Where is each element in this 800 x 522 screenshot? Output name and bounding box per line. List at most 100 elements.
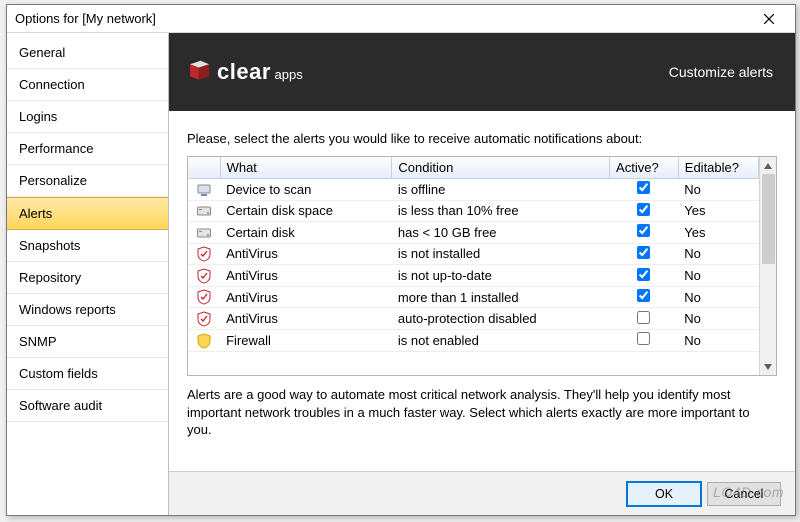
sidebar-item-label: Software audit: [19, 398, 102, 413]
cell-active: [610, 179, 679, 201]
cell-what: AntiVirus: [220, 286, 392, 308]
sidebar-item-performance[interactable]: Performance: [7, 133, 168, 165]
alerts-table: What Condition Active? Editable? Device …: [188, 157, 759, 352]
col-active[interactable]: Active?: [610, 157, 679, 179]
sidebar-item-alerts[interactable]: Alerts: [7, 197, 168, 230]
col-editable[interactable]: Editable?: [678, 157, 758, 179]
scroll-down-arrow[interactable]: [760, 358, 776, 375]
table-row[interactable]: AntiVirusauto-protection disabledNo: [188, 308, 759, 330]
window-title: Options for [My network]: [15, 11, 156, 26]
description-text: Alerts are a good way to automate most c…: [187, 386, 777, 439]
sidebar-item-personalize[interactable]: Personalize: [7, 165, 168, 197]
cell-condition: is less than 10% free: [392, 200, 610, 222]
cell-what: Certain disk: [220, 222, 392, 244]
sidebar-item-label: Snapshots: [19, 238, 80, 253]
sidebar-item-label: Personalize: [19, 173, 87, 188]
brand-logo: clear apps: [183, 59, 303, 85]
av-icon: [188, 265, 220, 287]
cell-editable: No: [678, 329, 758, 351]
col-condition[interactable]: Condition: [392, 157, 610, 179]
vertical-scrollbar[interactable]: [759, 157, 776, 375]
sidebar-item-repository[interactable]: Repository: [7, 262, 168, 294]
table-row[interactable]: Firewallis not enabled No: [188, 329, 759, 351]
cell-what: AntiVirus: [220, 243, 392, 265]
cell-editable: No: [678, 265, 758, 287]
sidebar-item-connection[interactable]: Connection: [7, 69, 168, 101]
sidebar-item-software-audit[interactable]: Software audit: [7, 390, 168, 422]
chevron-up-icon: [764, 163, 772, 169]
cell-active: [610, 286, 679, 308]
scroll-up-arrow[interactable]: [760, 157, 776, 174]
cell-active: [610, 308, 679, 330]
active-checkbox[interactable]: [637, 332, 650, 345]
cell-condition: more than 1 installed: [392, 286, 610, 308]
close-button[interactable]: [749, 6, 789, 32]
sidebar-item-label: Alerts: [19, 206, 52, 221]
brand-text: clear: [217, 59, 271, 84]
table-row[interactable]: Certain diskhas < 10 GB free Yes: [188, 222, 759, 244]
active-checkbox[interactable]: [637, 203, 650, 216]
device-icon: [188, 179, 220, 201]
active-checkbox[interactable]: [637, 224, 650, 237]
cell-what: AntiVirus: [220, 265, 392, 287]
table-row[interactable]: Certain disk spaceis less than 10% freeY…: [188, 200, 759, 222]
active-checkbox[interactable]: [637, 268, 650, 281]
cube-icon: [183, 59, 211, 85]
intro-text: Please, select the alerts you would like…: [187, 131, 777, 146]
cell-what: AntiVirus: [220, 308, 392, 330]
sidebar-item-snapshots[interactable]: Snapshots: [7, 230, 168, 262]
av-icon: [188, 286, 220, 308]
cell-editable: No: [678, 179, 758, 201]
sidebar-item-label: SNMP: [19, 334, 57, 349]
sidebar-item-label: Repository: [19, 270, 81, 285]
cell-editable: No: [678, 308, 758, 330]
disk-icon: [188, 222, 220, 244]
brand-sub-text: apps: [275, 67, 303, 82]
col-icon[interactable]: [188, 157, 220, 179]
active-checkbox[interactable]: [637, 289, 650, 302]
active-checkbox[interactable]: [637, 311, 650, 324]
av-icon: [188, 308, 220, 330]
alerts-table-container: What Condition Active? Editable? Device …: [187, 156, 777, 376]
sidebar-item-general[interactable]: General: [7, 37, 168, 69]
sidebar-item-label: Performance: [19, 141, 93, 156]
sidebar-item-logins[interactable]: Logins: [7, 101, 168, 133]
cell-condition: is not up-to-date: [392, 265, 610, 287]
options-dialog: Options for [My network] General Connect…: [6, 4, 796, 516]
table-row[interactable]: AntiVirusis not installed No: [188, 243, 759, 265]
sidebar-item-label: General: [19, 45, 65, 60]
cell-active: [610, 265, 679, 287]
cell-active: [610, 200, 679, 222]
cell-what: Certain disk space: [220, 200, 392, 222]
sidebar-item-custom-fields[interactable]: Custom fields: [7, 358, 168, 390]
cell-condition: is offline: [392, 179, 610, 201]
cell-what: Device to scan: [220, 179, 392, 201]
sidebar-item-windows-reports[interactable]: Windows reports: [7, 294, 168, 326]
sidebar-item-label: Connection: [19, 77, 85, 92]
firewall-icon: [188, 329, 220, 351]
active-checkbox[interactable]: [637, 246, 650, 259]
active-checkbox[interactable]: [637, 181, 650, 194]
cell-condition: is not installed: [392, 243, 610, 265]
close-icon: [764, 14, 774, 24]
ok-button[interactable]: OK: [627, 482, 701, 506]
cell-active: [610, 222, 679, 244]
cell-what: Firewall: [220, 329, 392, 351]
disk-icon: [188, 200, 220, 222]
header-banner: clear apps Customize alerts: [169, 33, 795, 111]
col-what[interactable]: What: [220, 157, 392, 179]
chevron-down-icon: [764, 364, 772, 370]
table-row[interactable]: Device to scanis offline No: [188, 179, 759, 201]
cell-editable: Yes: [678, 222, 758, 244]
sidebar-item-snmp[interactable]: SNMP: [7, 326, 168, 358]
dialog-footer: OK Cancel: [169, 471, 795, 515]
scroll-thumb[interactable]: [762, 174, 775, 264]
cancel-button[interactable]: Cancel: [707, 482, 781, 506]
cell-condition: has < 10 GB free: [392, 222, 610, 244]
sidebar: General Connection Logins Performance Pe…: [7, 33, 169, 515]
cell-active: [610, 243, 679, 265]
table-row[interactable]: AntiVirusis not up-to-date No: [188, 265, 759, 287]
cell-editable: No: [678, 243, 758, 265]
table-row[interactable]: AntiVirusmore than 1 installedNo: [188, 286, 759, 308]
cell-condition: is not enabled: [392, 329, 610, 351]
